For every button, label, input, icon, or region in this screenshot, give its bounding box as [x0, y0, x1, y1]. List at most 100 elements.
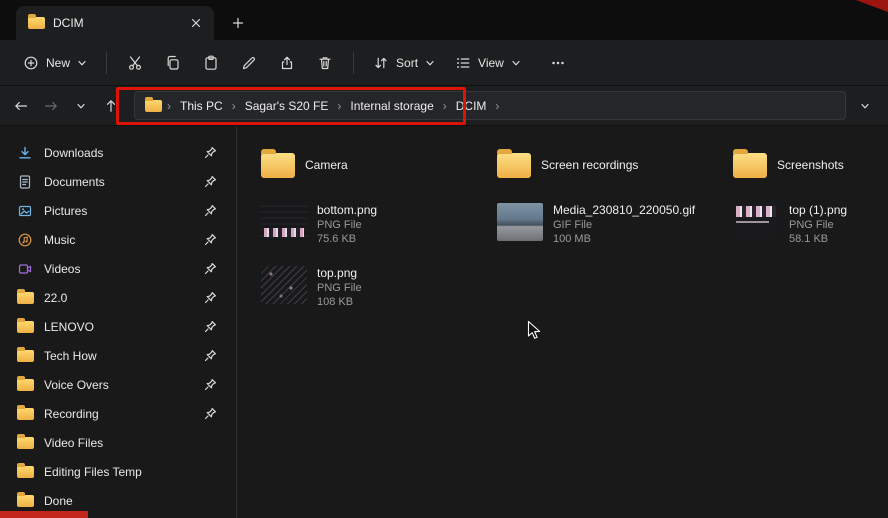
file-name: top (1).png	[789, 203, 847, 218]
image-thumbnail	[261, 266, 307, 304]
folder-icon	[145, 100, 162, 112]
chevron-down-icon	[76, 101, 86, 111]
pin-icon	[204, 349, 218, 362]
cut-button[interactable]	[117, 47, 153, 79]
chevron-down-icon	[425, 58, 435, 68]
sidebar-item-music[interactable]: Music	[6, 225, 230, 254]
folder-icon	[16, 408, 34, 420]
breadcrumb-separator: ›	[492, 99, 502, 113]
folder-icon	[261, 153, 295, 178]
sidebar-item-recording[interactable]: Recording	[6, 399, 230, 428]
pin-icon	[204, 262, 218, 275]
sidebar-item-label: Voice Overs	[44, 378, 194, 392]
document-icon	[16, 174, 34, 190]
videos-icon	[16, 261, 34, 277]
address-bar[interactable]: › This PC › Sagar's S20 FE › Internal st…	[134, 91, 846, 120]
pin-icon	[204, 291, 218, 304]
delete-button[interactable]	[307, 47, 343, 79]
more-options-button[interactable]	[540, 47, 576, 79]
back-button[interactable]	[6, 91, 36, 121]
file-name: top.png	[317, 266, 362, 281]
tab-bar: DCIM	[0, 0, 888, 40]
sidebar-item-voice-overs[interactable]: Voice Overs	[6, 370, 230, 399]
breadcrumb-separator: ›	[229, 99, 239, 113]
sidebar-item-videos[interactable]: Videos	[6, 254, 230, 283]
sidebar-item-pictures[interactable]: Pictures	[6, 196, 230, 225]
folder-icon	[16, 350, 34, 362]
file-type: PNG File	[317, 281, 362, 295]
file-item-top-1-png[interactable]: top (1).png PNG File 58.1 KB	[727, 198, 888, 251]
breadcrumb-dcim[interactable]: DCIM	[452, 97, 491, 115]
sidebar-item-label: 22.0	[44, 291, 194, 305]
ellipsis-icon	[550, 55, 566, 71]
folder-item-screenshots[interactable]: Screenshots	[727, 142, 888, 188]
tab-title: DCIM	[53, 16, 176, 30]
sidebar-item-lenovo[interactable]: LENOVO	[6, 312, 230, 341]
sidebar-item-documents[interactable]: Documents	[6, 167, 230, 196]
music-icon	[16, 232, 34, 248]
rename-button[interactable]	[231, 47, 267, 79]
recent-locations-button[interactable]	[66, 91, 96, 121]
pin-icon	[204, 146, 218, 159]
folder-item-screen-recordings[interactable]: Screen recordings	[491, 142, 717, 188]
close-icon	[191, 18, 201, 28]
command-bar: New Sort View	[0, 40, 888, 86]
share-button[interactable]	[269, 47, 305, 79]
chevron-down-icon	[77, 58, 87, 68]
share-icon	[279, 55, 295, 71]
file-item-top-png[interactable]: top.png PNG File 108 KB	[255, 261, 481, 314]
copy-button[interactable]	[155, 47, 191, 79]
new-button[interactable]: New	[14, 48, 96, 78]
file-item-media-gif[interactable]: Media_230810_220050.gif GIF File 100 MB	[491, 198, 717, 251]
folder-icon	[733, 153, 767, 178]
wallpaper-red-strip	[0, 511, 88, 518]
downloads-icon	[16, 145, 34, 161]
tab-close-button[interactable]	[184, 11, 208, 35]
up-button[interactable]	[96, 91, 126, 121]
chevron-down-icon	[511, 58, 521, 68]
up-arrow-icon	[103, 98, 119, 114]
view-button-label: View	[478, 56, 504, 70]
file-item-bottom-png[interactable]: bottom.png PNG File 75.6 KB	[255, 198, 481, 251]
file-type: PNG File	[317, 218, 377, 232]
folder-icon	[16, 321, 34, 333]
forward-button[interactable]	[36, 91, 66, 121]
view-icon	[455, 55, 471, 71]
folder-name: Screen recordings	[541, 158, 638, 173]
pin-icon	[204, 320, 218, 333]
file-type: PNG File	[789, 218, 847, 232]
image-thumbnail	[261, 203, 307, 241]
address-dropdown-button[interactable]	[850, 91, 880, 121]
folder-item-camera[interactable]: Camera	[255, 142, 481, 188]
plus-icon	[232, 17, 244, 29]
file-size: 75.6 KB	[317, 232, 377, 246]
folder-icon	[16, 495, 34, 507]
sidebar-item-label: Videos	[44, 262, 194, 276]
pin-icon	[204, 233, 218, 246]
sidebar-item-video-files[interactable]: Video Files	[6, 428, 230, 457]
sidebar-item-22-0[interactable]: 22.0	[6, 283, 230, 312]
file-name: Media_230810_220050.gif	[553, 203, 695, 218]
pin-icon	[204, 175, 218, 188]
breadcrumb-internal-storage[interactable]: Internal storage	[346, 97, 437, 115]
new-tab-button[interactable]	[226, 11, 250, 35]
breadcrumb-device[interactable]: Sagar's S20 FE	[241, 97, 333, 115]
sort-icon	[373, 55, 389, 71]
paste-icon	[203, 55, 219, 71]
tab-dcim[interactable]: DCIM	[16, 6, 214, 40]
sidebar-item-label: Downloads	[44, 146, 194, 160]
sidebar-item-label: LENOVO	[44, 320, 194, 334]
sidebar-item-label: Video Files	[44, 436, 218, 450]
breadcrumb-this-pc[interactable]: This PC	[176, 97, 227, 115]
cut-icon	[127, 55, 143, 71]
file-type: GIF File	[553, 218, 695, 232]
sidebar-item-downloads[interactable]: Downloads	[6, 138, 230, 167]
sidebar-item-tech-how[interactable]: Tech How	[6, 341, 230, 370]
folder-icon	[16, 466, 34, 478]
sidebar-item-editing-files-temp[interactable]: Editing Files Temp	[6, 457, 230, 486]
view-button[interactable]: View	[446, 48, 530, 78]
sidebar-item-label: Pictures	[44, 204, 194, 218]
paste-button[interactable]	[193, 47, 229, 79]
file-size: 58.1 KB	[789, 232, 847, 246]
sort-button[interactable]: Sort	[364, 48, 444, 78]
